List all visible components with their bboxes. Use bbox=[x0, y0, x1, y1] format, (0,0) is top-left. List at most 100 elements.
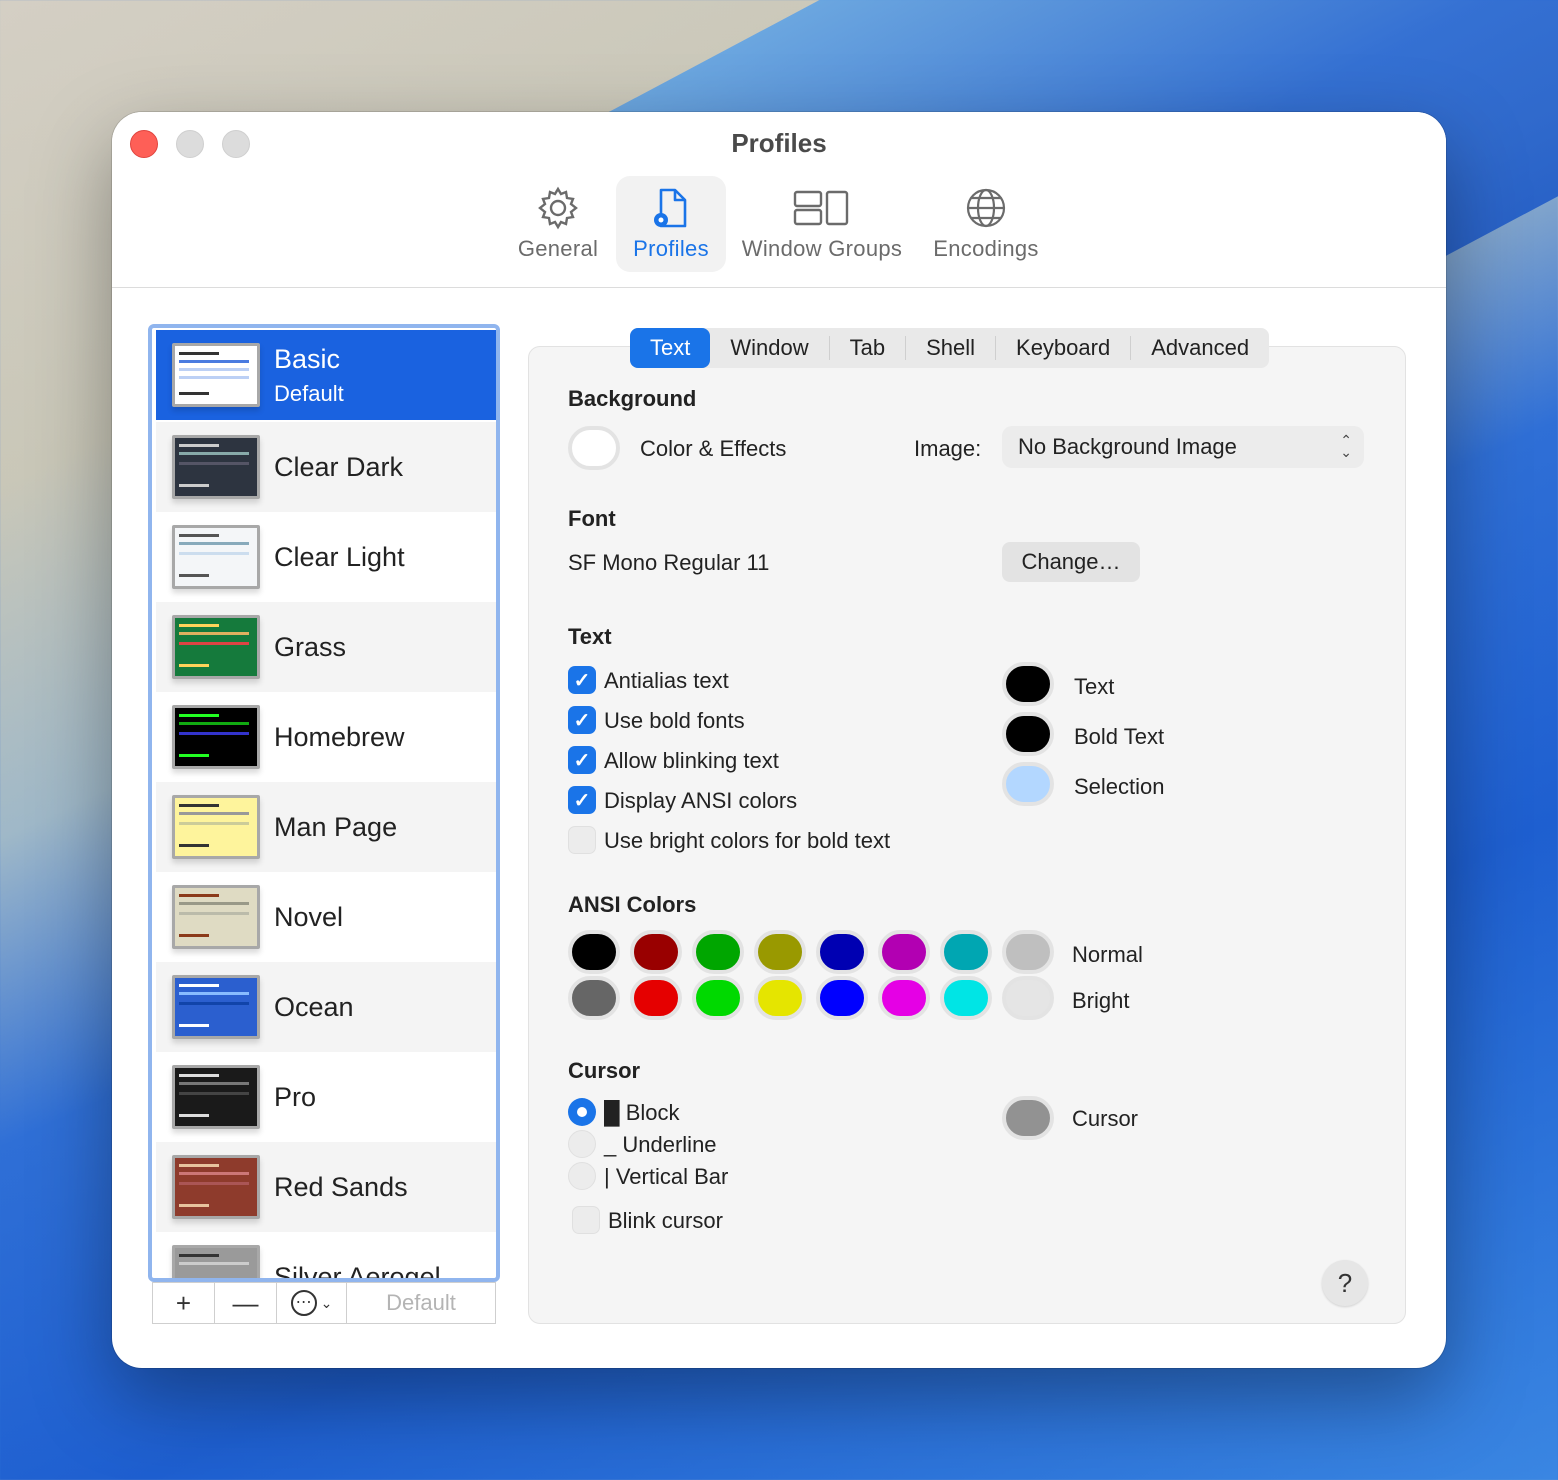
profile-name-clear-dark: Clear Dark bbox=[274, 451, 404, 482]
ansi-bright-swatch[interactable] bbox=[940, 976, 992, 1020]
toolbar-window-groups[interactable]: Window Groups bbox=[736, 176, 908, 272]
text-color-swatch[interactable] bbox=[1002, 662, 1054, 706]
more-icon: ⋯ bbox=[290, 1290, 317, 1316]
ansi-normal-swatch[interactable] bbox=[754, 930, 806, 974]
ansi-bright-swatch[interactable] bbox=[1002, 976, 1054, 1020]
profile-row-red-sands[interactable]: Red Sands bbox=[156, 1142, 496, 1232]
block-glyph: █ bbox=[604, 1100, 620, 1125]
tab-window[interactable]: Window bbox=[710, 328, 828, 368]
underline-label: Underline bbox=[622, 1132, 717, 1157]
blinking-text-checkbox[interactable]: ✓ bbox=[568, 746, 596, 774]
profile-thumbnail bbox=[172, 435, 260, 499]
antialias-checkbox[interactable]: ✓ bbox=[568, 666, 596, 694]
cursor-block-radio[interactable] bbox=[568, 1098, 596, 1126]
up-down-chevron-icon: ⌃ ⌄ bbox=[1340, 432, 1352, 460]
ansi-bright-swatch[interactable] bbox=[568, 976, 620, 1020]
bright-bold-label: Use bright colors for bold text bbox=[604, 828, 891, 853]
vertical-bar-label: Vertical Bar bbox=[615, 1164, 729, 1189]
profile-thumbnail bbox=[172, 1155, 260, 1219]
toolbar-encodings[interactable]: Encodings bbox=[926, 176, 1046, 272]
profile-row-ocean[interactable]: Ocean bbox=[156, 962, 496, 1052]
profile-thumbnail bbox=[172, 1245, 260, 1278]
background-image-value: No Background Image bbox=[1018, 434, 1237, 459]
background-section-title: Background bbox=[568, 386, 697, 411]
ansi-bright-swatch[interactable] bbox=[692, 976, 744, 1020]
profile-row-clear-light[interactable]: Clear Light bbox=[156, 512, 496, 602]
cursor-vertical-bar-label: | Vertical Bar bbox=[604, 1164, 728, 1190]
profile-name-pro: Pro bbox=[274, 1081, 317, 1112]
chevron-down-icon: ⌄ bbox=[320, 1294, 333, 1311]
tab-keyboard[interactable]: Keyboard bbox=[996, 328, 1130, 368]
profile-thumbnail bbox=[172, 975, 260, 1039]
ansi-bright-swatch[interactable] bbox=[754, 976, 806, 1020]
profile-document-icon bbox=[654, 188, 687, 228]
profile-row-grass[interactable]: Grass bbox=[156, 602, 496, 692]
profile-name-grass: Grass bbox=[274, 631, 347, 662]
profile-row-man-page[interactable]: Man Page bbox=[156, 782, 496, 872]
bold-fonts-label: Use bold fonts bbox=[604, 708, 745, 733]
toolbar-general[interactable]: General bbox=[508, 176, 608, 272]
help-button[interactable]: ? bbox=[1322, 1260, 1368, 1306]
tab-advanced[interactable]: Advanced bbox=[1131, 328, 1269, 368]
bold-fonts-checkbox[interactable]: ✓ bbox=[568, 706, 596, 734]
profile-name: Basic Default bbox=[274, 344, 344, 407]
ansi-normal-swatch[interactable] bbox=[1002, 930, 1054, 974]
profile-row-clear-dark[interactable]: Clear Dark bbox=[156, 422, 496, 512]
background-color-swatch[interactable] bbox=[568, 426, 620, 470]
font-section-title: Font bbox=[568, 506, 616, 531]
ansi-normal-swatch[interactable] bbox=[878, 930, 930, 974]
profile-row-basic[interactable]: Basic Default bbox=[156, 330, 496, 420]
window-groups-icon bbox=[793, 190, 849, 226]
toolbar-general-label: General bbox=[517, 236, 599, 261]
selection-color-swatch[interactable] bbox=[1002, 762, 1054, 806]
profile-row-novel[interactable]: Novel bbox=[156, 872, 496, 962]
bold-text-color-swatch[interactable] bbox=[1002, 712, 1054, 756]
add-profile-button[interactable]: + bbox=[153, 1283, 215, 1323]
profile-row-pro[interactable]: Pro bbox=[156, 1052, 496, 1142]
profile-name-homebrew: Homebrew bbox=[274, 721, 405, 752]
ansi-bright-label: Bright bbox=[1072, 988, 1130, 1013]
tab-shell[interactable]: Shell bbox=[906, 328, 995, 368]
remove-profile-button[interactable]: — bbox=[215, 1283, 277, 1323]
ansi-normal-swatch[interactable] bbox=[692, 930, 744, 974]
ansi-normal-swatch[interactable] bbox=[816, 930, 868, 974]
ansi-bright-swatch[interactable] bbox=[816, 976, 868, 1020]
set-default-button[interactable]: Default bbox=[347, 1283, 495, 1323]
gear-icon bbox=[538, 186, 578, 230]
ansi-normal-swatch[interactable] bbox=[940, 930, 992, 974]
cursor-block-label: █ Block bbox=[604, 1100, 680, 1126]
selection-color-label: Selection bbox=[1074, 774, 1165, 799]
cursor-underline-label: _ Underline bbox=[604, 1132, 717, 1158]
profile-row-homebrew[interactable]: Homebrew bbox=[156, 692, 496, 782]
cursor-vertical-bar-radio[interactable] bbox=[568, 1162, 596, 1190]
profile-thumbnail bbox=[172, 525, 260, 589]
ansi-colors-checkbox[interactable]: ✓ bbox=[568, 786, 596, 814]
toolbar-profiles[interactable]: Profiles bbox=[616, 176, 726, 272]
ansi-bright-swatch[interactable] bbox=[630, 976, 682, 1020]
background-image-select[interactable]: No Background Image ⌃ ⌄ bbox=[1002, 426, 1364, 468]
tab-text[interactable]: Text bbox=[630, 328, 711, 368]
blink-cursor-checkbox[interactable] bbox=[572, 1206, 600, 1234]
tab-tab[interactable]: Tab bbox=[830, 328, 905, 368]
profile-actions-menu[interactable]: ⋯ ⌄ bbox=[277, 1283, 347, 1323]
text-section-title: Text bbox=[568, 624, 612, 649]
text-color-label: Text bbox=[1074, 674, 1115, 699]
ansi-normal-label: Normal bbox=[1072, 942, 1143, 967]
toolbar-window-groups-label: Window Groups bbox=[741, 236, 903, 261]
profile-name-novel: Novel bbox=[274, 901, 344, 932]
ansi-normal-swatch[interactable] bbox=[630, 930, 682, 974]
profile-name-man-page: Man Page bbox=[274, 811, 398, 842]
ansi-bright-swatch[interactable] bbox=[878, 976, 930, 1020]
profile-thumbnail bbox=[172, 1065, 260, 1129]
profile-list[interactable]: Basic Default Clear Dark Clear Light Gra… bbox=[148, 324, 500, 1282]
cursor-underline-radio[interactable] bbox=[568, 1130, 596, 1158]
image-label: Image: bbox=[914, 436, 982, 461]
blink-cursor-label: Blink cursor bbox=[608, 1208, 723, 1233]
bright-bold-checkbox[interactable] bbox=[568, 826, 596, 854]
vertical-bar-glyph: | bbox=[604, 1164, 610, 1189]
profile-list-controls: + — ⋯ ⌄ Default bbox=[152, 1282, 496, 1324]
cursor-color-swatch[interactable] bbox=[1002, 1096, 1054, 1140]
change-font-button[interactable]: Change… bbox=[1002, 542, 1140, 582]
profile-row-silver-aerogel[interactable]: Silver Aerogel bbox=[156, 1232, 496, 1278]
ansi-normal-swatch[interactable] bbox=[568, 930, 620, 974]
